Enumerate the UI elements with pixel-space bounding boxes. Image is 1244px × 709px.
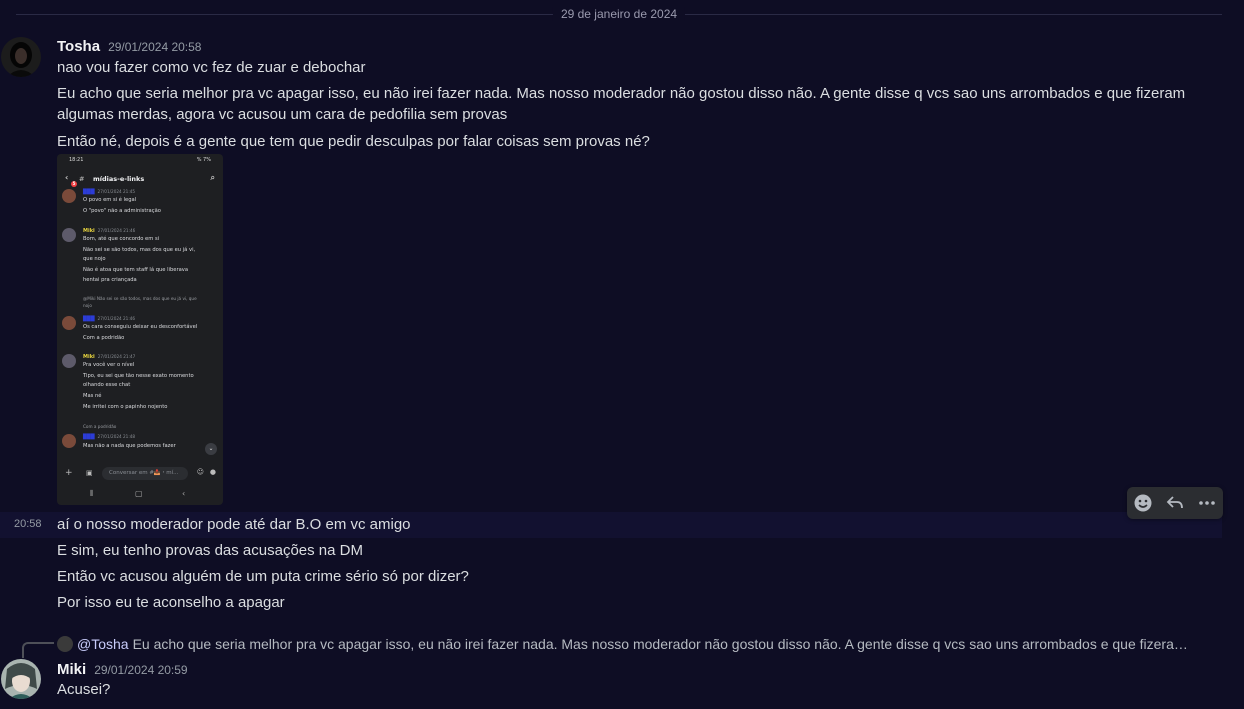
avatar-tosha[interactable]	[1, 37, 41, 77]
attachment-message: Miki 27/01/2024 21:47 Pra você ver o níve…	[62, 354, 218, 416]
avatar	[62, 316, 76, 330]
attachment-line: Tipo, eu sei que tão nesse exato momento	[83, 373, 194, 379]
avatar	[62, 354, 76, 368]
attachment-line: que nojo	[83, 256, 106, 262]
username-miki[interactable]: Miki	[57, 661, 86, 678]
attachment-username: Miki	[83, 354, 95, 360]
attachment-username: ███	[83, 316, 95, 322]
attachment-line: hentai pra criançada	[83, 277, 137, 283]
message-timestamp: 29/01/2024 20:58	[108, 40, 202, 54]
attachment-line: Os cara conseguiu deixar eu desconfortáv…	[83, 324, 198, 330]
attachment-reply: nojo	[83, 303, 92, 308]
attachment-message: @Miki Não sei se são todos, mas dos que …	[62, 296, 218, 346]
username-tosha[interactable]: Tosha	[57, 38, 100, 55]
avatar	[62, 228, 76, 242]
hash-icon: #	[79, 175, 85, 183]
attachment-reply: Com a podridão	[83, 424, 117, 429]
attachment-line: Com a podridão	[83, 335, 125, 341]
attachment-time: 27/01/2024 21:48	[97, 434, 136, 439]
date-divider-label: 29 de janeiro de 2024	[552, 7, 686, 21]
attachment-channel-name: mídias-e-links	[93, 175, 145, 183]
avatar-miki[interactable]	[1, 659, 41, 699]
chevron-down-icon: ⌄	[205, 443, 217, 455]
reply-preview-text: Eu acho que seria melhor pra vc apagar i…	[132, 636, 1197, 652]
attachment-input-bar: + ▣ Conversar em #📥・mí... ☺ ●	[62, 466, 218, 482]
attachment-username: ███	[83, 434, 95, 440]
add-reaction-button[interactable]	[1130, 490, 1156, 516]
message-line: algumas merdas, agora vc acusou um cara …	[57, 106, 508, 123]
back-arrow-icon: ‹	[65, 173, 69, 182]
reply-preview[interactable]: @Tosha Eu acho que seria melhor pra vc ap…	[57, 636, 1197, 652]
message-line: E sim, eu tenho provas das acusações na …	[57, 542, 363, 559]
attachment-line: Bom, até que concordo em si	[83, 236, 160, 242]
search-icon: ⌕	[210, 173, 215, 182]
message-line: Por isso eu te aconselho a apagar	[57, 594, 285, 611]
message-line: Acusei?	[57, 681, 111, 698]
attachment-line: O povo em si é legal	[83, 197, 137, 203]
attachment-status-right: % 7%	[196, 157, 211, 163]
emoji-icon: ☺	[196, 468, 204, 476]
attachment-username: Miki	[83, 228, 95, 234]
notification-badge: 5	[71, 181, 77, 187]
attachment-reply: @Miki Não sei se são todos, mas dos que …	[83, 296, 197, 301]
attachment-channel-header: ‹ 5 # mídias-e-links ⌕	[63, 173, 217, 187]
message-line: aí o nosso moderador pode até dar B.O em…	[57, 516, 411, 533]
message-header-miki: Miki 29/01/2024 20:59	[57, 661, 188, 678]
attachment-line: Mas não a nada que podemos fazer	[83, 443, 176, 449]
reply-avatar	[57, 636, 73, 652]
image-attachment[interactable]: 18:21 % 7% ‹ 5 # mídias-e-links ⌕ ███ 27/…	[57, 154, 223, 505]
avatar	[62, 189, 76, 203]
plus-icon: +	[65, 468, 73, 478]
emoji-icon	[1134, 494, 1152, 512]
attachment-time: 27/01/2024 21:46	[97, 228, 136, 233]
attachment-time: 27/01/2024 21:46	[97, 316, 136, 321]
attachment-message: ███ 27/01/2024 21:45 O povo em si é legal…	[62, 189, 218, 219]
more-options-button[interactable]	[1194, 490, 1220, 516]
attachment-line: Não é atoa que tem staff lá que liberava	[83, 267, 189, 273]
recents-icon: ⦀	[90, 489, 94, 498]
attachment-status-bar: 18:21 % 7%	[57, 156, 223, 166]
home-icon: ▢	[135, 489, 143, 498]
attachment-line: Mas né	[83, 393, 102, 399]
message-line: Eu acho que seria melhor pra vc apagar i…	[57, 85, 1186, 102]
attachment-message: Miki 27/01/2024 21:46 Bom, até que concor…	[62, 228, 218, 288]
attachment-nav-bar: ⦀ ▢ ‹	[57, 489, 223, 501]
back-icon: ‹	[182, 489, 186, 498]
avatar	[62, 434, 76, 448]
attachment-message: Com a podridão ███ 27/01/2024 21:48 Mas n…	[62, 424, 218, 454]
hover-timestamp: 20:58	[14, 518, 42, 530]
attachment-line: O "povo" não a administração	[83, 208, 161, 214]
gift-icon: ▣	[86, 469, 93, 477]
more-icon	[1199, 501, 1215, 505]
mic-icon: ●	[209, 468, 216, 476]
attachment-line: Pra você ver o nível	[83, 362, 135, 368]
reply-button[interactable]	[1162, 490, 1188, 516]
message-line: Então né, depois é a gente que tem que p…	[57, 133, 650, 150]
attachment-time: 27/01/2024 21:47	[97, 354, 136, 359]
message-timestamp: 29/01/2024 20:59	[94, 663, 188, 677]
reply-icon	[1166, 496, 1183, 509]
attachment-line: Me irritei com o papinho nojento	[83, 404, 168, 410]
date-divider: 29 de janeiro de 2024	[16, 7, 1222, 21]
attachment-status-time: 18:21	[69, 157, 84, 163]
message-line: Então vc acusou alguém de um puta crime …	[57, 568, 469, 585]
message-line: nao vou fazer como vc fez de zuar e debo…	[57, 59, 366, 76]
reply-mention[interactable]: @Tosha	[77, 636, 129, 652]
reply-connector	[22, 642, 54, 658]
message-header-tosha: Tosha 29/01/2024 20:58	[57, 38, 201, 55]
attachment-input-placeholder: Conversar em #📥・mí...	[102, 467, 188, 480]
attachment-time: 27/01/2024 21:45	[97, 189, 136, 194]
attachment-username: ███	[83, 189, 95, 195]
attachment-line: Não sei se são todos, mas dos que eu já …	[83, 247, 196, 253]
attachment-line: olhando esse chat	[83, 382, 131, 388]
